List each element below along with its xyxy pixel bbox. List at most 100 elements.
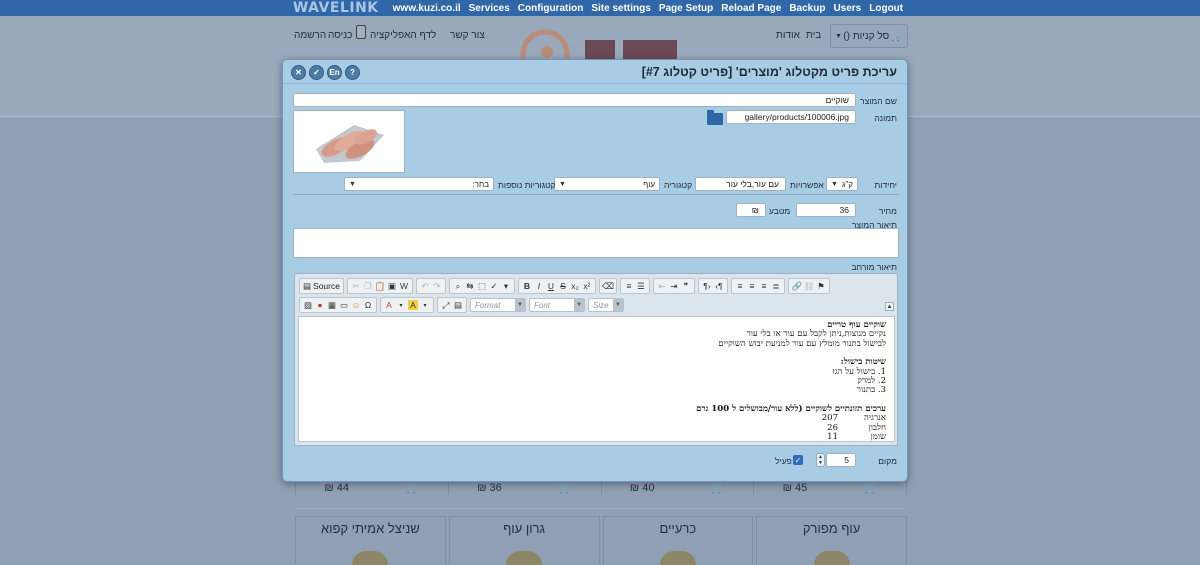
category-card[interactable]: עוף מפורק (756, 516, 907, 565)
copy-icon[interactable]: ❐ (363, 281, 373, 291)
product-image (352, 551, 389, 565)
category-card[interactable]: כרעיים (602, 516, 754, 565)
superscript-icon[interactable]: x² (582, 281, 592, 291)
product-name-field[interactable]: שוקיים (293, 93, 856, 107)
bg-color-icon[interactable]: A (408, 300, 418, 310)
horizontal-rule-icon[interactable]: ▭ (339, 300, 349, 310)
nutrition-row: חלבון 26 (307, 423, 886, 433)
cart-button[interactable]: 🛒 סל קניות () ▼ (830, 24, 908, 48)
outdent-icon[interactable]: ⇤ (657, 281, 667, 291)
options-field[interactable]: עם עור,בלי עור (695, 177, 786, 191)
align-center-icon[interactable]: ≡ (747, 281, 757, 291)
image-path-field[interactable]: gallery/products/100006.jpg (726, 110, 856, 124)
topbar-link-site-settings[interactable]: Site settings (591, 3, 650, 14)
save-button[interactable]: ✓ (309, 65, 324, 80)
category-card[interactable]: שניצל אמיתי קפוא (295, 516, 446, 565)
paste-icon[interactable]: 📋 (375, 281, 386, 291)
format-combo[interactable]: Format ▼ (470, 298, 526, 312)
paste-word-icon[interactable]: W (399, 281, 409, 291)
category-title: עוף מפורק (802, 521, 861, 536)
special-char-icon[interactable]: Ω (363, 300, 373, 310)
editor-content[interactable]: שוקיים עוף טריים נקיים מנוצות,ניתן לקבל … (298, 316, 895, 442)
cart-icon[interactable]: 🛒 (558, 481, 572, 494)
active-checkbox[interactable]: ✓ (793, 455, 803, 465)
table-icon[interactable]: ▦ (327, 300, 337, 310)
brand-logo[interactable]: WAVELINK (293, 0, 379, 16)
toolbar-group: ≡ ☰ (619, 278, 650, 294)
italic-icon[interactable]: I (534, 281, 544, 291)
position-field[interactable]: 5 (826, 453, 856, 467)
nav-register[interactable]: הרשמה (294, 30, 326, 41)
align-right-icon[interactable]: ≡ (759, 281, 769, 291)
price-label: מחיר (878, 206, 897, 216)
flash-icon[interactable]: ● (315, 300, 325, 310)
topbar-link-site[interactable]: www.kuzi.co.il (393, 3, 461, 14)
topbar-link-logout[interactable]: Logout (869, 3, 903, 14)
underline-icon[interactable]: U (546, 281, 556, 291)
folder-icon[interactable] (707, 110, 723, 125)
show-blocks-icon[interactable]: ▤ (453, 300, 463, 310)
currency-field[interactable]: ₪ (736, 203, 766, 217)
nav-home[interactable]: בית (806, 30, 821, 41)
text-color-icon[interactable]: A (384, 300, 394, 310)
topbar-link-backup[interactable]: Backup (789, 3, 825, 14)
content-heading: ערכים תזונתיים לשוקיים (ללא עור/מבושלים … (696, 403, 886, 414)
smiley-icon[interactable]: ☺ (351, 300, 361, 310)
topbar-link-page-setup[interactable]: Page Setup (659, 3, 713, 14)
nav-app-page[interactable]: לדף האפליקציה (370, 30, 436, 41)
anchor-icon[interactable]: ⚑ (816, 281, 826, 291)
align-justify-icon[interactable]: ≣ (771, 281, 781, 291)
category-card[interactable]: גרון עוף (448, 516, 600, 565)
indent-icon[interactable]: ⇥ (669, 281, 679, 291)
nav-about[interactable]: אודות (776, 30, 800, 41)
close-button[interactable]: ✕ (291, 65, 306, 80)
topbar-link-configuration[interactable]: Configuration (518, 3, 584, 14)
remove-format-icon[interactable]: ⌫ (602, 281, 614, 291)
font-combo[interactable]: Font ▼ (529, 298, 585, 312)
align-left-icon[interactable]: ≡ (735, 281, 745, 291)
ltr-icon[interactable]: ¶› (702, 281, 712, 291)
category-select[interactable]: עוף ▼ (554, 177, 660, 191)
bulleted-list-icon[interactable]: ☰ (636, 281, 646, 291)
redo-icon[interactable]: ↷ (432, 281, 442, 291)
unlink-icon[interactable]: ⛓ (804, 281, 815, 291)
cart-icon: 🛒 (890, 30, 903, 42)
topbar-link-reload-page[interactable]: Reload Page (721, 3, 781, 14)
source-button[interactable]: ▤ Source (303, 281, 340, 292)
maximize-icon[interactable]: ⤢ (441, 300, 451, 310)
cut-icon[interactable]: ✂ (351, 281, 361, 291)
cart-icon[interactable]: 🛒 (406, 481, 420, 494)
blockquote-icon[interactable]: ❞ (681, 281, 691, 291)
extra-categories-select[interactable]: בחר: ▼ (344, 177, 494, 191)
nav-contact[interactable]: צור קשר (450, 30, 485, 41)
language-button[interactable]: En (327, 65, 342, 80)
select-all-icon[interactable]: ⬚ (477, 281, 487, 291)
subscript-icon[interactable]: x₂ (570, 281, 580, 291)
paste-text-icon[interactable]: ▣ (387, 281, 397, 291)
unit-select[interactable]: ק"ג ▼ (826, 177, 858, 191)
strike-icon[interactable]: S (558, 281, 568, 291)
image-icon[interactable]: ▨ (303, 300, 313, 310)
find-icon[interactable]: ⌕ (453, 281, 463, 291)
topbar-link-services[interactable]: Services (469, 3, 510, 14)
collapse-toolbar-button[interactable]: ▲ (885, 302, 894, 311)
spellcheck-menu-icon[interactable]: ▾ (501, 281, 511, 291)
replace-icon[interactable]: ⇆ (465, 281, 475, 291)
position-stepper[interactable]: ▲ ▼ (816, 453, 825, 467)
price-field[interactable]: 36 (796, 203, 856, 217)
link-icon[interactable]: 🔗 (792, 281, 803, 291)
topbar-link-users[interactable]: Users (833, 3, 861, 14)
nav-login[interactable]: כניסה (328, 30, 352, 41)
spellcheck-icon[interactable]: ✓ (489, 281, 499, 291)
undo-icon[interactable]: ↶ (420, 281, 430, 291)
description-field[interactable] (293, 228, 899, 258)
chevron-down-icon[interactable]: ▾ (420, 300, 430, 310)
size-combo[interactable]: Size ▼ (588, 298, 624, 312)
chevron-down-icon[interactable]: ▾ (396, 300, 406, 310)
bold-icon[interactable]: B (522, 281, 532, 291)
help-button[interactable]: ? (345, 65, 360, 80)
cart-icon[interactable]: 🛒 (711, 481, 725, 494)
rtl-icon[interactable]: ‹¶ (714, 281, 724, 291)
numbered-list-icon[interactable]: ≡ (624, 281, 634, 291)
cart-icon[interactable]: 🛒 (864, 481, 878, 494)
